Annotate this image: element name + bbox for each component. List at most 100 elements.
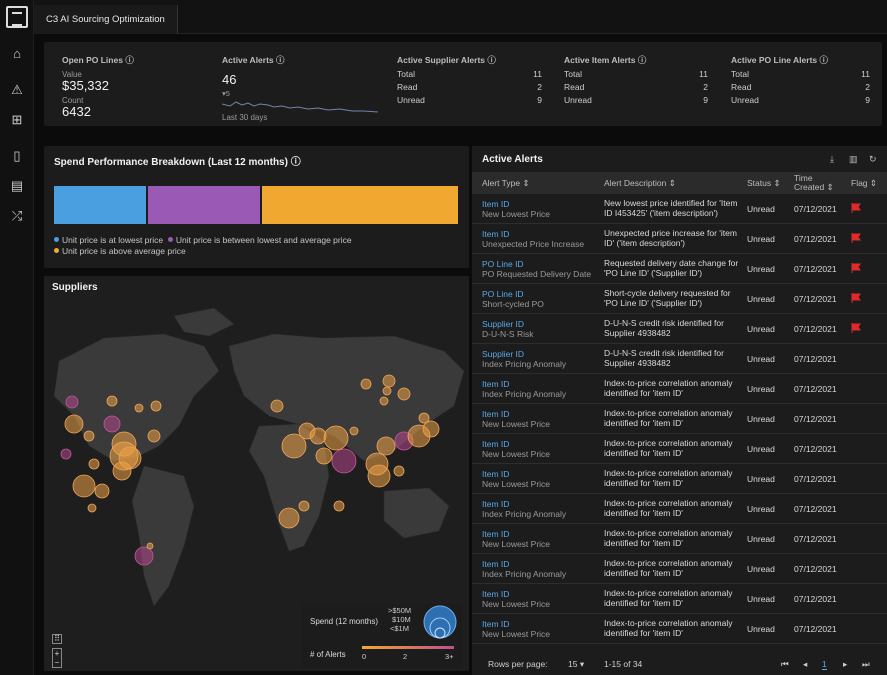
supplier-bubble[interactable] [83,430,95,442]
supplier-bubble[interactable] [418,412,430,424]
col-flag[interactable]: Flag ⇕ [851,178,877,189]
c3-logo-icon[interactable] [6,6,28,28]
table-row[interactable]: Item ID New Lowest Price New lowest price … [472,194,887,224]
app-tab[interactable]: C3 AI Sourcing Optimization [34,5,178,34]
alert-entity-link[interactable]: PO Line ID [482,289,524,299]
prev-page-icon[interactable]: ◂ [803,659,807,670]
alert-entity-link[interactable]: Item ID [482,589,509,599]
home-icon[interactable]: ⌂ [9,46,25,62]
supplier-bubble[interactable] [382,386,392,396]
table-row[interactable]: Item ID Index Pricing Anomaly Index-to-pri… [472,374,887,404]
alert-entity-link[interactable]: Supplier ID [482,349,524,359]
columns-icon[interactable]: ▥ [849,154,858,165]
clipboard-icon[interactable]: ▯ [9,148,25,164]
alert-entity-link[interactable]: Item ID [482,229,509,239]
alert-entity-link[interactable]: Item ID [482,619,509,629]
flag-icon[interactable] [851,233,861,243]
table-row[interactable]: Item ID New Lowest Price Index-to-price co… [472,614,887,644]
alert-entity-link[interactable]: Item ID [482,469,509,479]
alert-entity-link[interactable]: Item ID [482,379,509,389]
grid-icon[interactable]: ⠿ [52,634,62,644]
alert-entity-link[interactable]: Item ID [482,529,509,539]
supplier-bubble[interactable] [103,415,121,433]
alert-entity-link[interactable]: Item ID [482,409,509,419]
alert-entity-link[interactable]: Item ID [482,559,509,569]
supplier-bubble[interactable] [150,400,162,412]
supplier-bubble[interactable] [331,448,357,474]
supplier-bubble[interactable] [147,429,161,443]
supplier-bubble[interactable] [422,420,440,438]
table-row[interactable]: Item ID New Lowest Price Index-to-price co… [472,464,887,494]
supplier-alerts-label: Active Supplier Alerts ⓘ [397,55,496,65]
supplier-bubble[interactable] [333,500,345,512]
table-row[interactable]: Item ID New Lowest Price Index-to-price co… [472,524,887,554]
table-row[interactable]: Item ID New Lowest Price Index-to-price co… [472,584,887,614]
table-row[interactable]: Item ID Unexpected Price Increase Unexpect… [472,224,887,254]
col-alert-description[interactable]: Alert Description ⇕ [604,178,676,189]
spend-segment-above[interactable] [262,186,458,224]
table-row[interactable]: Item ID New Lowest Price Index-to-price co… [472,404,887,434]
alert-entity-link[interactable]: PO Line ID [482,259,524,269]
table-row[interactable]: PO Line ID Short-cycled PO Short-cycle del… [472,284,887,314]
supplier-bubble[interactable] [109,441,139,471]
alert-time: 07/12/2021 [794,324,837,334]
flag-icon[interactable] [851,203,861,213]
spend-segment-between[interactable] [148,186,260,224]
alert-entity-link[interactable]: Item ID [482,439,509,449]
supplier-bubble[interactable] [349,426,359,436]
table-row[interactable]: Item ID Index Pricing Anomaly Index-to-pri… [472,494,887,524]
supplier-bubble[interactable] [382,374,396,388]
flag-icon[interactable] [851,323,861,333]
flag-icon[interactable] [851,263,861,273]
col-alert-type[interactable]: Alert Type ⇕ [482,178,530,189]
document-icon[interactable]: ▤ [9,178,25,194]
next-page-icon[interactable]: ▸ [843,659,847,670]
shuffle-icon[interactable]: ⤮ [9,208,25,224]
supplier-bubble[interactable] [315,447,333,465]
supplier-bubble[interactable] [379,396,389,406]
col-status[interactable]: Status ⇕ [747,178,781,189]
supplier-bubble[interactable] [323,425,349,451]
supplier-bubble[interactable] [270,399,284,413]
supplier-bubble[interactable] [393,465,405,477]
supplier-bubble[interactable] [65,395,79,409]
page-number[interactable]: 1 [822,659,827,670]
supplier-bubble[interactable] [360,378,372,390]
supplier-bubble[interactable] [60,448,72,460]
col-time-created[interactable]: Time Created ⇕ [794,174,834,192]
supplier-bubble[interactable] [134,546,154,566]
flag-icon[interactable] [851,293,861,303]
supplier-bubble[interactable] [365,452,389,476]
supplier-bubble[interactable] [94,483,110,499]
table-row[interactable]: Supplier ID Index Pricing Anomaly D-U-N-S … [472,344,887,374]
rows-per-page-select[interactable]: 15 ▾ [568,659,584,670]
refresh-icon[interactable]: ↻ [869,154,877,165]
alert-entity-link[interactable]: Item ID [482,199,509,209]
supplier-bubble[interactable] [298,500,310,512]
table-row[interactable]: Supplier ID D-U-N-S Risk D-U-N-S credit ri… [472,314,887,344]
last-page-icon[interactable]: ⏭ [862,659,870,670]
suppliers-map[interactable]: Suppliers ⠿ + − Spend (12 months) >$50M $… [44,276,469,671]
supplier-bubble[interactable] [87,503,97,513]
supplier-bubble[interactable] [397,387,411,401]
table-row[interactable]: Item ID New Lowest Price Index-to-price co… [472,434,887,464]
alert-entity-link[interactable]: Item ID [482,499,509,509]
supplier-bubble[interactable] [376,436,396,456]
first-page-icon[interactable]: ⏮ [781,659,789,670]
network-icon[interactable]: ⊞ [9,112,25,128]
supplier-bubble[interactable] [64,414,84,434]
warning-icon[interactable]: ⚠ [9,82,25,98]
supplier-bubble[interactable] [106,395,118,407]
supplier-bubble[interactable] [72,474,96,498]
spend-segment-lowest[interactable] [54,186,146,224]
supplier-bubble[interactable] [88,458,100,470]
table-row[interactable]: Item ID Index Pricing Anomaly Index-to-pri… [472,554,887,584]
supplier-bubble[interactable] [134,403,144,413]
supplier-bubble[interactable] [309,427,327,445]
supplier-bubble[interactable] [278,507,300,529]
zoom-control[interactable]: + − [52,648,62,668]
download-icon[interactable]: ⤓ [830,154,834,165]
table-row[interactable]: PO Line ID PO Requested Delivery Date Requ… [472,254,887,284]
alert-entity-link[interactable]: Supplier ID [482,319,524,329]
supplier-bubble[interactable] [146,542,154,550]
